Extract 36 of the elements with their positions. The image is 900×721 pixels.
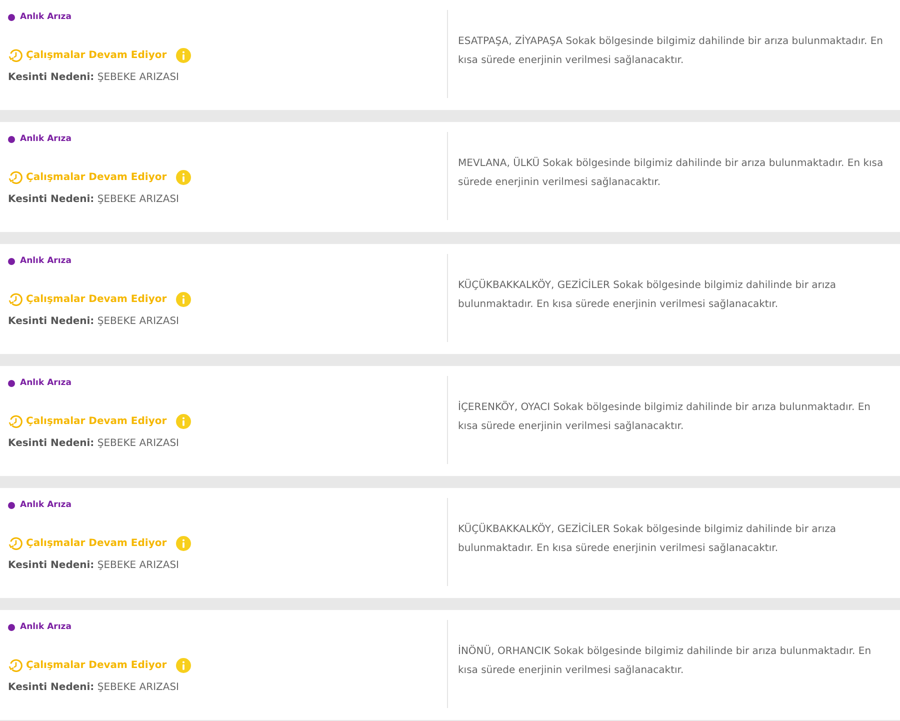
outage-description: MEVLANA, ÜLKÜ Sokak bölgesinde bilgimiz dahilinde bir arıza bulunmaktadır. En kısa sürede enerjinin verilmesi sağlanacaktır. (458, 156, 884, 190)
outage-description: İÇERENKÖY, OYACI Sokak bölgesinde bilgimiz dahilinde bir arıza bulunmaktadır. En kısa sürede enerjinin verilmesi sağlanacaktır. (458, 400, 872, 434)
clock-icon (8, 658, 23, 673)
outage-type: Anlık Arıza (20, 134, 72, 144)
work-status: Çalışmalar Devam Ediyor (26, 50, 167, 61)
outage-reason: Kesinti Nedeni: ŞEBEKE ARIZASI (8, 560, 180, 571)
clock-icon (8, 170, 23, 185)
info-icon[interactable] (176, 48, 191, 63)
info-icon[interactable] (176, 414, 191, 429)
work-status: Çalışmalar Devam Ediyor (26, 660, 167, 671)
outage-type: Anlık Arıza (20, 622, 72, 632)
work-status: Çalışmalar Devam Ediyor (26, 294, 167, 305)
info-icon[interactable] (176, 658, 191, 673)
outage-reason: Kesinti Nedeni: ŞEBEKE ARIZASI (8, 316, 180, 327)
outage-description: İNÖNÜ, ORHANCIK Sokak bölgesinde bilgimiz dahilinde bir arıza bulunmaktadır. En kısa sürede enerjinin verilmesi sağlanacaktır. (458, 644, 872, 678)
outage-description: ESATPAŞA, ZİYAPAŞA Sokak bölgesinde bilgimiz dahilinde bir arıza bulunmaktadır. En kısa sürede enerjinin verilmesi sağlanacaktır. (458, 34, 884, 68)
clock-icon (8, 414, 23, 429)
outage-type: Anlık Arıza (20, 256, 72, 266)
outage-type: Anlık Arıza (20, 500, 72, 510)
work-status: Çalışmalar Devam Ediyor (26, 538, 167, 549)
outage-reason: Kesinti Nedeni: ŞEBEKE ARIZASI (8, 682, 180, 693)
info-icon[interactable] (176, 536, 191, 551)
outage-type: Anlık Arıza (20, 12, 72, 22)
outage-reason: Kesinti Nedeni: ŞEBEKE ARIZASI (8, 72, 180, 83)
outage-description: KÜÇÜKBAKKALKÖY, GEZİCİLER Sokak bölgesinde bilgimiz dahilinde bir arıza bulunmaktadır. En kısa sürede enerjinin verilmesi sağlanacaktır. (458, 278, 838, 312)
outage-reason: Kesinti Nedeni: ŞEBEKE ARIZASI (8, 194, 180, 205)
work-status: Çalışmalar Devam Ediyor (26, 172, 167, 183)
work-status: Çalışmalar Devam Ediyor (26, 416, 167, 427)
info-icon[interactable] (176, 292, 191, 307)
outage-type: Anlık Arıza (20, 378, 72, 388)
clock-icon (8, 48, 23, 63)
clock-icon (8, 292, 23, 307)
clock-icon (8, 536, 23, 551)
outage-description: KÜÇÜKBAKKALKÖY, GEZİCİLER Sokak bölgesinde bilgimiz dahilinde bir arıza bulunmaktadır. En kısa sürede enerjinin verilmesi sağlanacaktır. (458, 522, 838, 556)
info-icon[interactable] (176, 170, 191, 185)
outage-reason: Kesinti Nedeni: ŞEBEKE ARIZASI (8, 438, 180, 449)
